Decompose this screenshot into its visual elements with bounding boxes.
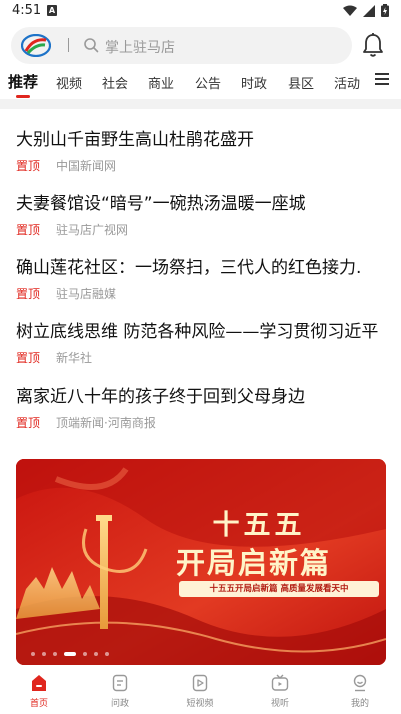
tab-politics[interactable]: 时政	[241, 73, 267, 92]
play-icon	[192, 674, 208, 692]
news-meta: 置顶 驻马店融媒	[16, 287, 401, 301]
notification-icon: A	[47, 5, 57, 16]
news-meta: 置顶 新华社	[16, 351, 401, 365]
nav-audiovisual[interactable]: 视听	[250, 674, 310, 709]
nav-label: 首页	[29, 699, 48, 709]
search-separator	[68, 38, 69, 52]
news-source: 驻马店广视网	[56, 223, 129, 237]
carousel-dot[interactable]	[94, 652, 98, 656]
news-title[interactable]: 离家近八十年的孩子终于回到父母身边	[16, 386, 401, 408]
news-item[interactable]: 树立底线思维 防范各种风险——学习贯彻习近平 置顶 新华社	[16, 321, 401, 365]
pinned-badge: 置顶	[16, 223, 41, 237]
section-divider	[0, 99, 401, 109]
profile-icon	[353, 674, 367, 692]
carousel-dots	[31, 652, 109, 656]
pinned-badge: 置顶	[16, 287, 41, 301]
nav-home[interactable]: 首页	[9, 674, 69, 709]
battery-icon	[381, 4, 389, 17]
news-source: 新华社	[56, 351, 93, 365]
news-item[interactable]: 离家近八十年的孩子终于回到父母身边 置顶 顶端新闻·河南商报	[16, 386, 401, 430]
carousel-dot-active[interactable]	[64, 652, 76, 656]
news-source: 顶端新闻·河南商报	[56, 416, 156, 430]
tab-events[interactable]: 活动	[334, 73, 360, 92]
nav-label: 视听	[270, 699, 289, 709]
banner-headline-2: 开局启新篇	[176, 546, 332, 580]
news-title[interactable]: 树立底线思维 防范各种风险——学习贯彻习近平	[16, 321, 401, 343]
carousel-dot[interactable]	[53, 652, 57, 656]
status-time: 4:51	[12, 3, 42, 18]
carousel-dot[interactable]	[31, 652, 35, 656]
carousel-dot[interactable]	[42, 652, 46, 656]
tab-business[interactable]: 商业	[148, 73, 174, 92]
nav-label: 我的	[350, 699, 369, 709]
nav-inquiry[interactable]: 问政	[90, 674, 150, 709]
nav-short-video[interactable]: 短视频	[170, 674, 230, 709]
news-item[interactable]: 确山莲花社区：一场祭扫，三代人的红色接力. 置顶 驻马店融媒	[16, 257, 401, 301]
news-meta: 置顶 中国新闻网	[16, 159, 401, 173]
banner-carousel[interactable]: 十五五 开局启新篇 十五五开局启新篇 高质量发展看天中	[16, 459, 386, 665]
signal-icon	[363, 4, 375, 17]
tab-counties[interactable]: 县区	[288, 73, 314, 92]
pinned-badge: 置顶	[16, 416, 41, 430]
home-icon	[32, 675, 46, 691]
pinned-badge: 置顶	[16, 351, 41, 365]
app-logo-icon	[21, 34, 51, 57]
tab-announcement[interactable]: 公告	[195, 73, 221, 92]
tab-recommend[interactable]: 推荐	[8, 71, 38, 92]
menu-icon[interactable]	[375, 73, 389, 85]
bell-icon[interactable]	[361, 32, 385, 58]
nav-label: 短视频	[186, 699, 214, 709]
news-meta: 置顶 顶端新闻·河南商报	[16, 416, 401, 430]
news-meta: 置顶 驻马店广视网	[16, 223, 401, 237]
nav-label: 问政	[110, 699, 129, 709]
category-tabs: 推荐 视频 社会 商业 公告 时政 县区 活动	[0, 68, 401, 98]
bottom-nav: 首页 问政 短视频 视听 我的	[0, 668, 401, 714]
news-source: 中国新闻网	[56, 159, 117, 173]
carousel-dot[interactable]	[83, 652, 87, 656]
status-icons	[343, 4, 389, 17]
active-tab-indicator	[16, 95, 30, 98]
nav-profile[interactable]: 我的	[330, 674, 390, 709]
banner-headline-1: 十五五	[212, 510, 306, 541]
search-input[interactable]: 掌上驻马店	[105, 37, 175, 57]
carousel-dot[interactable]	[105, 652, 109, 656]
tab-society[interactable]: 社会	[102, 73, 128, 92]
document-icon	[112, 674, 128, 692]
wifi-icon	[343, 5, 357, 16]
tab-video[interactable]: 视频	[56, 73, 82, 92]
search-icon	[84, 38, 99, 53]
tv-icon	[271, 674, 289, 691]
news-title[interactable]: 大别山千亩野生高山杜鹃花盛开	[16, 129, 401, 151]
news-item[interactable]: 夫妻餐馆设“暗号”一碗热汤温暖一座城 置顶 驻马店广视网	[16, 193, 401, 237]
status-bar: 4:51 A	[0, 0, 401, 22]
news-title[interactable]: 确山莲花社区：一场祭扫，三代人的红色接力.	[16, 257, 401, 279]
news-source: 驻马店融媒	[56, 287, 117, 301]
pinned-badge: 置顶	[16, 159, 41, 173]
news-title[interactable]: 夫妻餐馆设“暗号”一碗热汤温暖一座城	[16, 193, 401, 215]
news-item[interactable]: 大别山千亩野生高山杜鹃花盛开 置顶 中国新闻网	[16, 129, 401, 173]
search-bar[interactable]: 掌上驻马店	[11, 27, 352, 64]
banner-tagline: 十五五开局启新篇 高质量发展看天中	[179, 581, 379, 597]
